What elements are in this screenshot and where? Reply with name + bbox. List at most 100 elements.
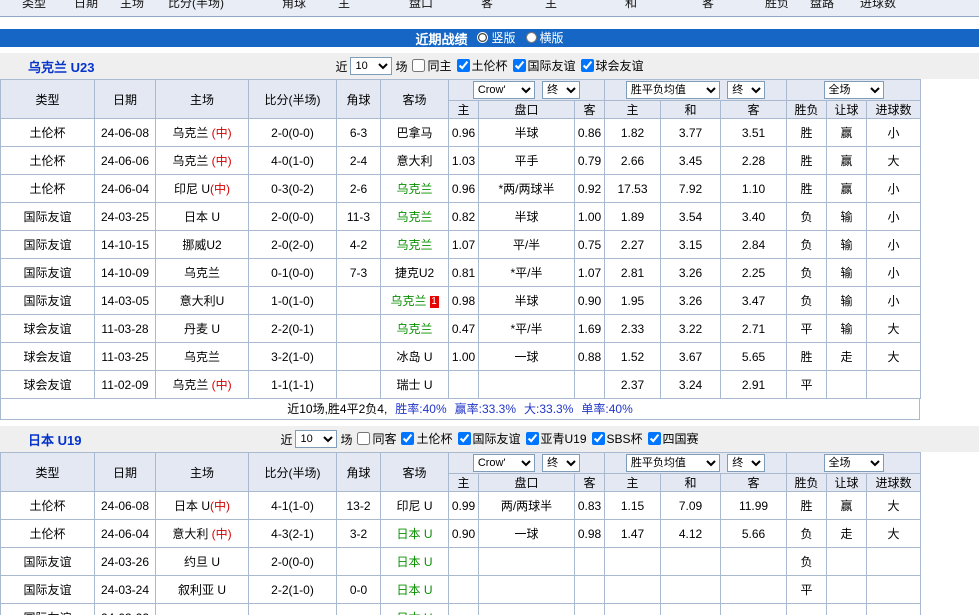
- match-row: 国际友谊14-10-09乌克兰0-1(0-0)7-3捷克U20.81*平/半1.…: [1, 259, 921, 287]
- handicap-result-cell: 输: [827, 231, 867, 259]
- date-cell: 24-03-25: [95, 203, 156, 231]
- date-cell: 14-10-15: [95, 231, 156, 259]
- corner-cell: [337, 315, 381, 343]
- competition-cell: 球会友谊: [1, 315, 95, 343]
- th-away: 客场: [381, 453, 449, 492]
- goals-result-cell: [867, 548, 921, 576]
- date-cell: 24-06-08: [95, 492, 156, 520]
- euro-away-odds-cell: 2.25: [721, 259, 787, 287]
- scope-select[interactable]: 全场: [824, 81, 884, 99]
- th-corner: 角球: [337, 453, 381, 492]
- recent-suffix-label: 场: [340, 431, 352, 448]
- summary-stat: 单率:40%: [581, 402, 632, 416]
- filter-option[interactable]: 同客: [357, 430, 396, 447]
- asian-home-odds-cell: [449, 604, 479, 615]
- col-label: 和: [625, 0, 637, 11]
- filter-checkbox[interactable]: [581, 59, 594, 72]
- euro-home-odds-cell: 1.89: [605, 203, 661, 231]
- matches-table: 类型 日期 主场 比分(半场) 角球 客场 Crow' 终 胜平负均值 终: [0, 452, 921, 615]
- filter-checkbox[interactable]: [412, 59, 425, 72]
- layout-option[interactable]: 横版: [526, 29, 564, 46]
- filter-option[interactable]: 同主: [412, 57, 451, 74]
- filter-option[interactable]: 土伦杯: [457, 57, 508, 74]
- asian-final-select[interactable]: 终: [542, 81, 580, 99]
- goals-result-cell: [867, 371, 921, 399]
- euro-final-select[interactable]: 终: [727, 81, 765, 99]
- odds-type-select[interactable]: 胜平负均值: [626, 81, 720, 99]
- table-body: 土伦杯24-06-08日本 U(中)4-1(1-0)13-2印尼 U0.99两/…: [1, 492, 921, 615]
- result-cell: 负: [787, 548, 827, 576]
- filter-checkbox[interactable]: [526, 432, 539, 445]
- odds-type-select[interactable]: 胜平负均值: [626, 454, 720, 472]
- col-label: 日期: [74, 0, 98, 11]
- euro-away-odds-cell: [721, 548, 787, 576]
- asian-away-odds-cell: 0.79: [575, 147, 605, 175]
- th-home: 主场: [156, 80, 249, 119]
- corner-cell: [337, 371, 381, 399]
- filter-checkbox[interactable]: [458, 432, 471, 445]
- filter-checkbox[interactable]: [648, 432, 661, 445]
- th-asian-group: Crow' 终: [449, 80, 605, 101]
- away-team-name: 乌克兰: [396, 210, 432, 224]
- away-team-name: 印尼 U: [396, 499, 432, 513]
- filter-checkbox[interactable]: [513, 59, 526, 72]
- asian-handicap-cell: [479, 371, 575, 399]
- bookmaker-select[interactable]: Crow': [473, 454, 535, 472]
- asian-home-odds-cell: [449, 548, 479, 576]
- filter-checkbox[interactable]: [401, 432, 414, 445]
- away-team-name: 乌克兰: [396, 238, 432, 252]
- recent-count-select[interactable]: 10: [350, 57, 392, 75]
- filter-area: 近 10 场 同主土伦杯国际友谊球会友谊: [335, 57, 643, 75]
- filter-checkbox[interactable]: [357, 432, 370, 445]
- away-team-name: 巴拿马: [396, 126, 432, 140]
- filter-checks: 同客土伦杯国际友谊亚青U19 SBS杯四国赛: [352, 430, 698, 448]
- table-head: 类型 日期 主场 比分(半场) 角球 客场 Crow' 终 胜平负均值 终: [1, 80, 921, 119]
- recent-results-banner: 近期战绩 竖版横版: [0, 29, 979, 47]
- filter-option[interactable]: 亚青U19: [526, 430, 587, 447]
- layout-option[interactable]: 竖版: [477, 29, 515, 46]
- asian-final-select[interactable]: 终: [542, 454, 580, 472]
- date-cell: 24-03-26: [95, 548, 156, 576]
- layout-radio[interactable]: [477, 32, 488, 43]
- corner-cell: 0-0: [337, 576, 381, 604]
- result-cell: 负: [787, 259, 827, 287]
- summary-stat: 胜率:40%: [395, 402, 446, 416]
- neutral-venue-tag: (中): [210, 499, 230, 513]
- neutral-venue-tag: (中): [208, 154, 231, 168]
- th-asian-line: 盘口: [479, 474, 575, 492]
- match-row: 国际友谊24-03-22日本 U: [1, 604, 921, 615]
- filter-option[interactable]: 国际友谊: [513, 57, 576, 74]
- layout-radio[interactable]: [526, 32, 537, 43]
- euro-draw-odds-cell: 4.12: [661, 520, 721, 548]
- filter-area: 近 10 场 同客土伦杯国际友谊亚青U19SBS杯四国赛: [280, 430, 698, 448]
- away-team-name: 捷克U2: [395, 266, 434, 280]
- asian-home-odds-cell: 0.96: [449, 175, 479, 203]
- competition-cell: 国际友谊: [1, 287, 95, 315]
- euro-final-select[interactable]: 终: [727, 454, 765, 472]
- euro-away-odds-cell: 1.10: [721, 175, 787, 203]
- filter-checkbox[interactable]: [592, 432, 605, 445]
- goals-result-cell: 大: [867, 520, 921, 548]
- filter-option[interactable]: 球会友谊: [581, 57, 644, 74]
- recent-count-select[interactable]: 10: [295, 430, 337, 448]
- bookmaker-select[interactable]: Crow': [473, 81, 535, 99]
- competition-cell: 国际友谊: [1, 604, 95, 615]
- handicap-result-cell: 赢: [827, 147, 867, 175]
- home-team-name: 乌克兰: [184, 350, 220, 364]
- col-label: 主: [545, 0, 557, 11]
- filter-option[interactable]: 四国赛: [648, 430, 699, 447]
- result-cell: 平: [787, 371, 827, 399]
- filter-option[interactable]: SBS杯: [592, 430, 643, 447]
- filter-checkbox[interactable]: [457, 59, 470, 72]
- asian-home-odds-cell: 0.99: [449, 492, 479, 520]
- filter-option[interactable]: 土伦杯: [401, 430, 452, 447]
- away-team-cell: 意大利: [381, 147, 449, 175]
- euro-home-odds-cell: [605, 604, 661, 615]
- goals-result-cell: 大: [867, 492, 921, 520]
- scope-select[interactable]: 全场: [824, 454, 884, 472]
- filter-option[interactable]: 国际友谊: [458, 430, 521, 447]
- euro-away-odds-cell: 2.71: [721, 315, 787, 343]
- col-label: 客: [702, 0, 714, 11]
- euro-draw-odds-cell: 3.67: [661, 343, 721, 371]
- euro-draw-odds-cell: 3.15: [661, 231, 721, 259]
